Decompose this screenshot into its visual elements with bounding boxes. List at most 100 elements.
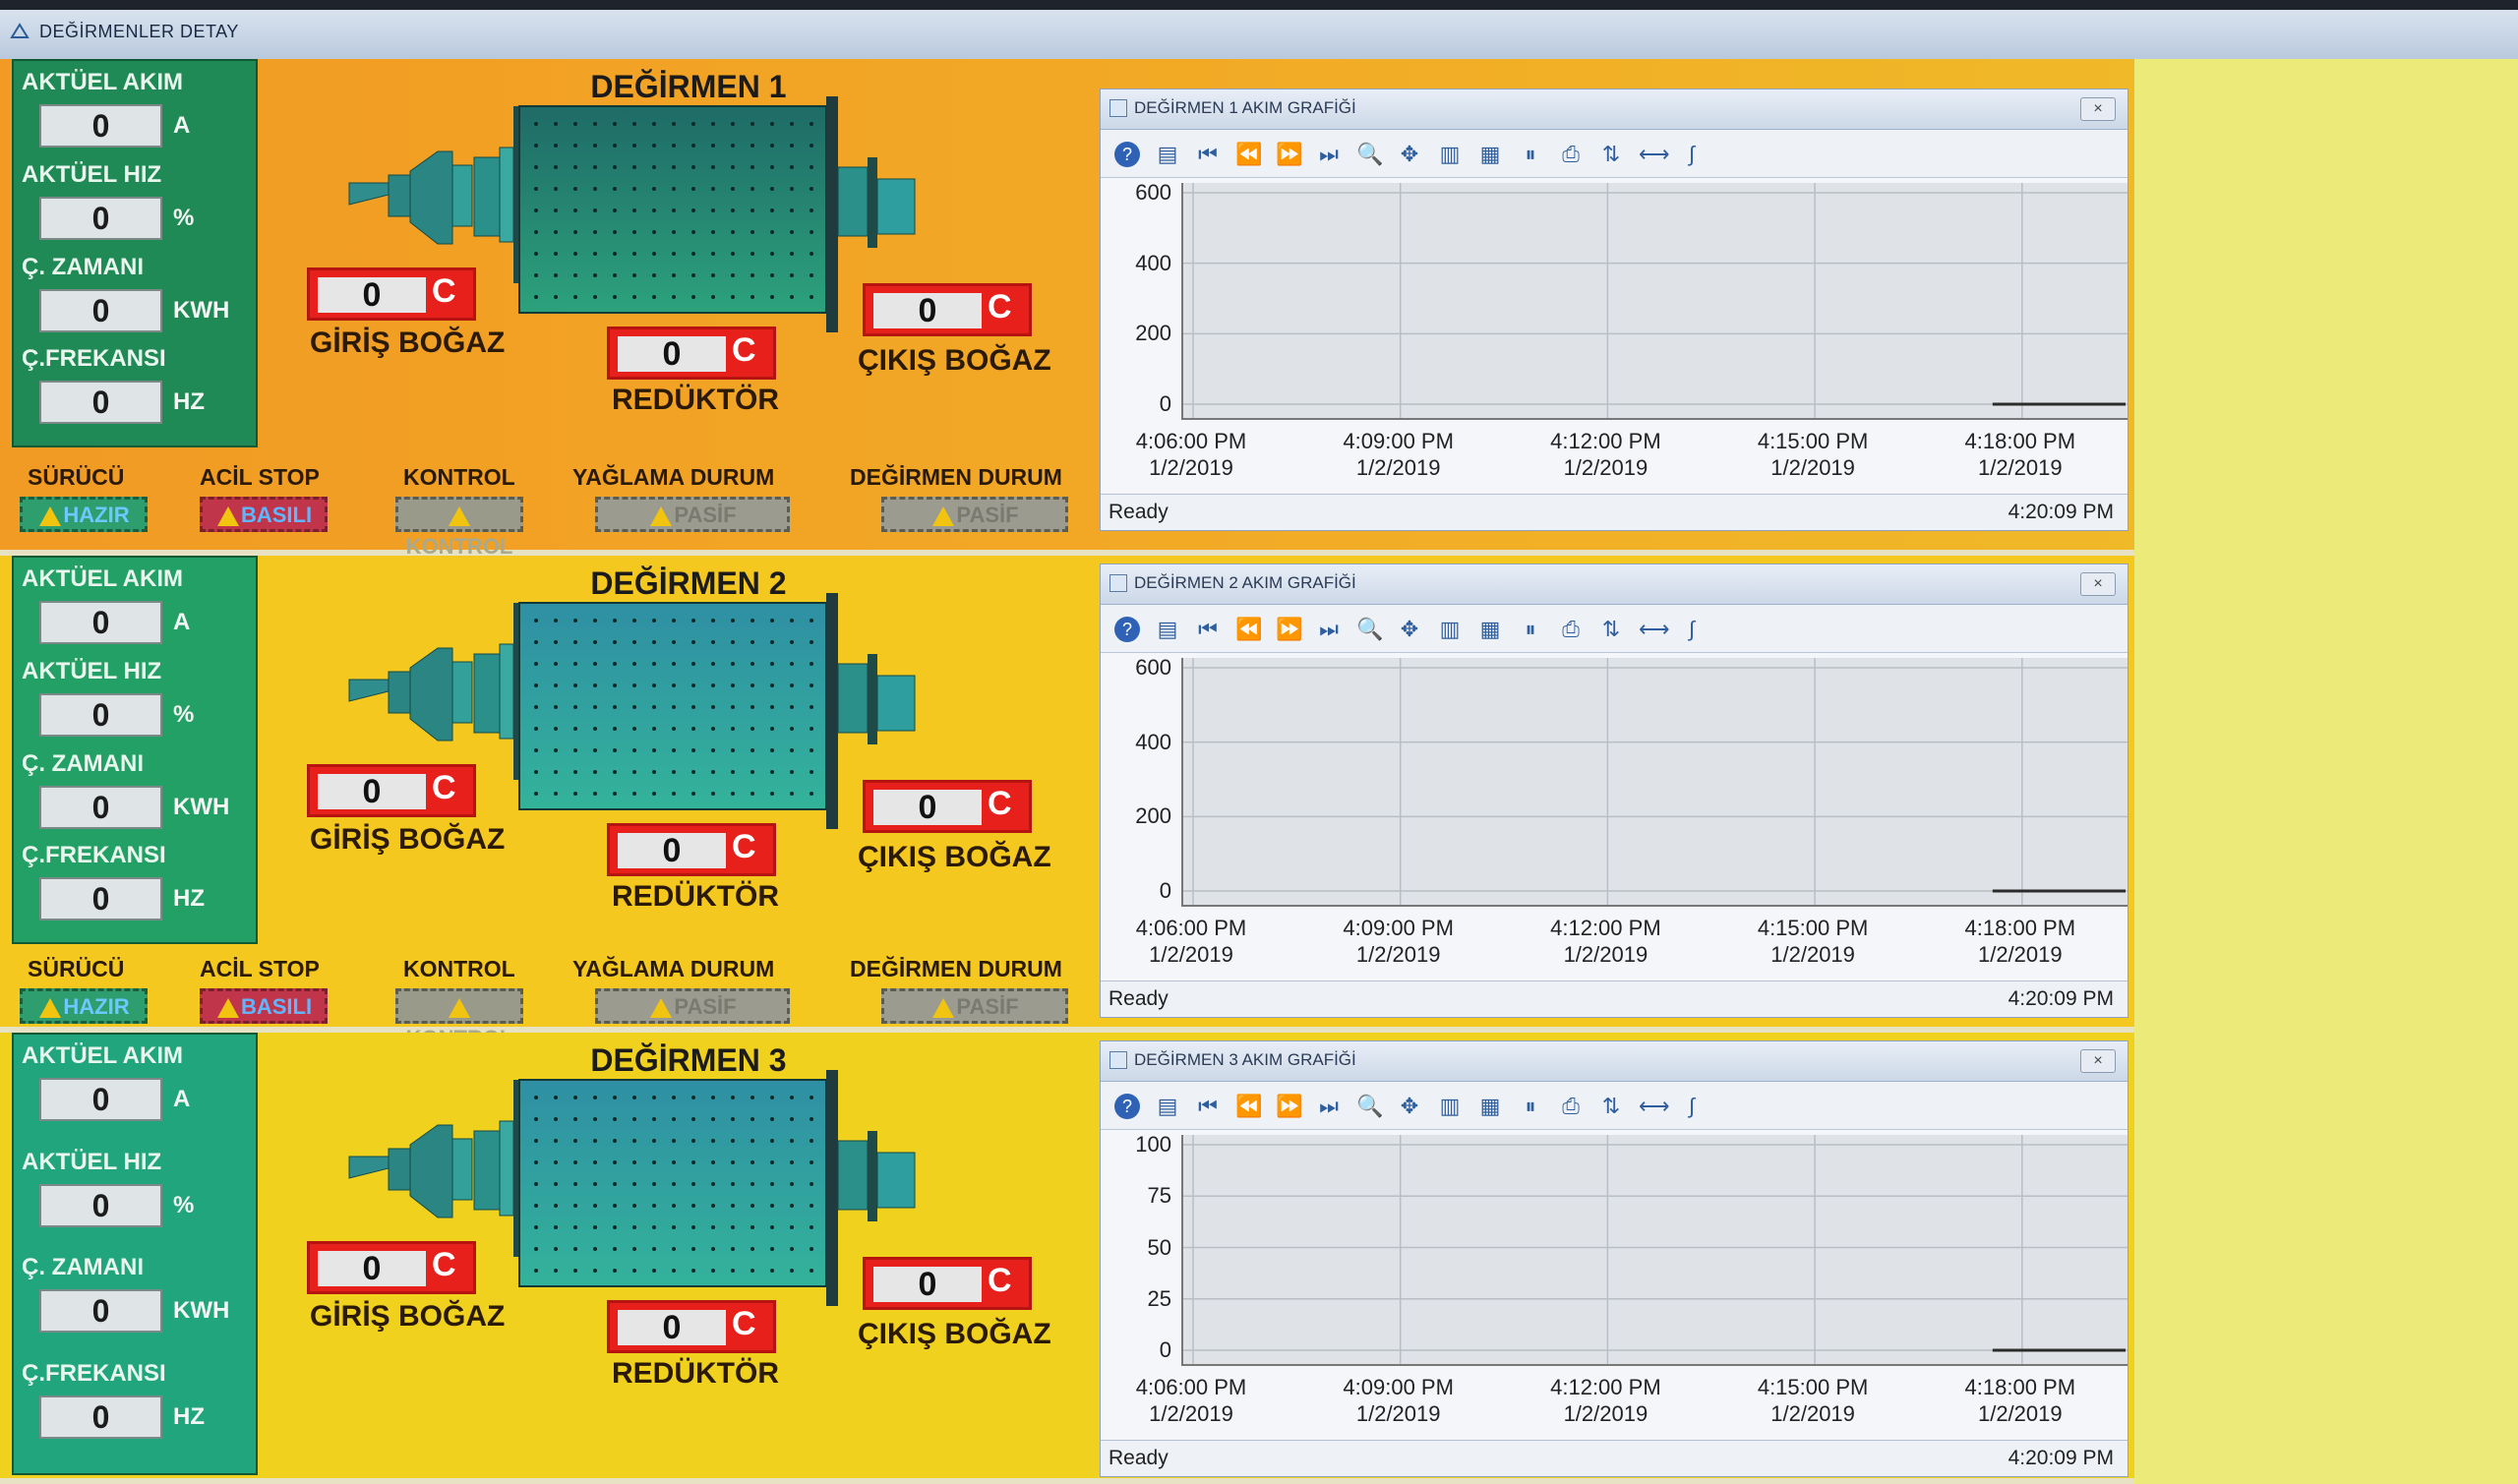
print-icon[interactable]: ⎙ — [1558, 1094, 1584, 1119]
speed-unit: % — [173, 700, 195, 728]
cursor-icon[interactable]: ∫ — [1679, 1094, 1705, 1119]
chart-plot-area[interactable] — [1181, 1135, 2128, 1366]
background-area — [2134, 59, 2518, 1484]
chart-titlebar: DEĞİRMEN 1 AKIM GRAFİĞİ × — [1101, 89, 2128, 130]
inlet-temp-unit: C — [432, 769, 456, 806]
axis-icon[interactable]: ▥ — [1437, 1094, 1463, 1119]
print-icon[interactable]: ⎙ — [1558, 617, 1584, 642]
chart-titlebar: DEĞİRMEN 3 AKIM GRAFİĞİ × — [1101, 1041, 2128, 1082]
grid-icon[interactable]: ▦ — [1477, 1094, 1503, 1119]
back-icon[interactable]: ⏪ — [1235, 142, 1262, 167]
inlet-temp-box: 0C — [307, 764, 476, 817]
emergency-stop-indicator: BASILI — [200, 988, 328, 1024]
mill-status-indicator: PASİF — [881, 497, 1068, 532]
pause-icon[interactable]: ⏸ — [1518, 1094, 1543, 1119]
chart-window[interactable]: DEĞİRMEN 1 AKIM GRAFİĞİ ×? ▤ ⏮ ⏪ ⏩ ⏭ 🔍 ✥ ▥ ▦ ⏸ ⎙ ⇅ ⟷ ∫ 6… — [1100, 89, 2128, 531]
axis-icon[interactable]: ▥ — [1437, 617, 1463, 642]
last-icon[interactable]: ⏭ — [1316, 1094, 1342, 1119]
close-icon[interactable]: × — [2080, 97, 2116, 121]
chart-window[interactable]: DEĞİRMEN 2 AKIM GRAFİĞİ ×? ▤ ⏮ ⏪ ⏩ ⏭ 🔍 ✥ ▥ ▦ ⏸ ⎙ ⇅ ⟷ ∫ 6… — [1100, 564, 2128, 1018]
warning-icon — [449, 506, 470, 527]
y-tick-label: 200 — [1135, 803, 1171, 829]
x-tick-label: 4:12:00 PM 1/2/2019 — [1544, 1374, 1666, 1427]
pan-icon[interactable]: ✥ — [1397, 1094, 1422, 1119]
control-label: KONTROL — [403, 464, 515, 490]
x-tick-time: 4:12:00 PM — [1550, 916, 1661, 940]
forward-icon[interactable]: ⏩ — [1276, 1094, 1302, 1119]
reducer-label: REDÜKTÖR — [612, 1357, 779, 1390]
mill-panel-2: AKTÜEL AKIM 0 A AKTÜEL HIZ 0% Ç. ZAMANI 0 KWH Ç.… — [0, 556, 2134, 1050]
chart-window[interactable]: DEĞİRMEN 3 AKIM GRAFİĞİ ×? ▤ ⏮ ⏪ ⏩ ⏭ 🔍 ✥ ▥ ▦ ⏸ ⎙ ⇅ ⟷ ∫ 1… — [1100, 1040, 2128, 1477]
lubrication-value: PASİF — [674, 994, 737, 1019]
chart-plot-area[interactable] — [1181, 658, 2128, 907]
x-tick-time: 4:09:00 PM — [1343, 916, 1454, 940]
zoom-icon[interactable]: 🔍 — [1356, 1094, 1383, 1119]
x-tick-label: 4:15:00 PM 1/2/2019 — [1752, 1374, 1874, 1427]
current-value: 0 — [39, 104, 162, 148]
grid-icon[interactable]: ▦ — [1477, 617, 1503, 642]
warning-icon — [932, 506, 955, 527]
help-icon[interactable]: ? — [1114, 142, 1140, 167]
pause-icon[interactable]: ⏸ — [1518, 142, 1543, 167]
properties-icon[interactable]: ▤ — [1155, 1094, 1180, 1119]
export-icon[interactable]: ⇅ — [1598, 1094, 1624, 1119]
outlet-temp-value: 0 — [873, 293, 982, 328]
axis-icon[interactable]: ▥ — [1437, 142, 1463, 167]
frequency-value: 0 — [39, 877, 162, 921]
forward-icon[interactable]: ⏩ — [1276, 617, 1302, 642]
mill-status-label: DEĞİRMEN DURUM — [850, 464, 1062, 490]
fit-icon[interactable]: ⟷ — [1639, 617, 1670, 642]
first-icon[interactable]: ⏮ — [1195, 1094, 1221, 1119]
status-text: Ready — [1109, 987, 1169, 1010]
outlet-temp-box: 0C — [863, 780, 1032, 833]
pause-icon[interactable]: ⏸ — [1518, 617, 1543, 642]
close-icon[interactable]: × — [2080, 572, 2116, 596]
x-tick-time: 4:06:00 PM — [1135, 1375, 1247, 1399]
print-icon[interactable]: ⎙ — [1558, 142, 1584, 167]
pan-icon[interactable]: ✥ — [1397, 142, 1422, 167]
export-icon[interactable]: ⇅ — [1598, 142, 1624, 167]
pan-icon[interactable]: ✥ — [1397, 617, 1422, 642]
y-tick-label: 0 — [1159, 391, 1171, 416]
back-icon[interactable]: ⏪ — [1235, 1094, 1262, 1119]
y-tick-label: 100 — [1135, 1132, 1171, 1157]
driver-label: SÜRÜCÜ — [28, 464, 125, 490]
forward-icon[interactable]: ⏩ — [1276, 142, 1302, 167]
y-tick-label: 600 — [1135, 180, 1171, 205]
chart-window-icon — [1109, 1051, 1127, 1069]
status-time: 4:20:09 PM — [2008, 987, 2114, 1010]
driver-label: SÜRÜCÜ — [28, 956, 125, 981]
cursor-icon[interactable]: ∫ — [1679, 142, 1705, 167]
back-icon[interactable]: ⏪ — [1235, 617, 1262, 642]
current-label: AKTÜEL AKIM — [22, 69, 183, 95]
fit-icon[interactable]: ⟷ — [1639, 142, 1670, 167]
properties-icon[interactable]: ▤ — [1155, 142, 1180, 167]
export-icon[interactable]: ⇅ — [1598, 617, 1624, 642]
cursor-icon[interactable]: ∫ — [1679, 617, 1705, 642]
first-icon[interactable]: ⏮ — [1195, 142, 1221, 167]
x-tick-label: 4:12:00 PM 1/2/2019 — [1544, 428, 1666, 481]
reducer-temp-box: 0C — [607, 326, 776, 380]
last-icon[interactable]: ⏭ — [1316, 617, 1342, 642]
x-tick-date: 1/2/2019 — [1770, 455, 1855, 480]
first-icon[interactable]: ⏮ — [1195, 617, 1221, 642]
zoom-icon[interactable]: 🔍 — [1356, 142, 1383, 167]
x-tick-label: 4:06:00 PM 1/2/2019 — [1130, 915, 1252, 968]
properties-icon[interactable]: ▤ — [1155, 617, 1180, 642]
fit-icon[interactable]: ⟷ — [1639, 1094, 1670, 1119]
x-tick-date: 1/2/2019 — [1770, 942, 1855, 967]
warning-icon — [39, 998, 62, 1019]
chart-plot-area[interactable] — [1181, 183, 2128, 420]
close-icon[interactable]: × — [2080, 1049, 2116, 1073]
speed-label: AKTÜEL HIZ — [22, 1148, 162, 1175]
grid-icon[interactable]: ▦ — [1477, 142, 1503, 167]
mill-panel-3: AKTÜEL AKIM 0 A AKTÜEL HIZ 0% Ç. ZAMANI 0 KWH Ç.… — [0, 1033, 2134, 1484]
chart-toolbar: ? ▤ ⏮ ⏪ ⏩ ⏭ 🔍 ✥ ▥ ▦ ⏸ ⎙ ⇅ ⟷ ∫ — [1101, 605, 2128, 653]
last-icon[interactable]: ⏭ — [1316, 142, 1342, 167]
x-tick-date: 1/2/2019 — [1355, 455, 1441, 480]
help-icon[interactable]: ? — [1114, 617, 1140, 642]
zoom-icon[interactable]: 🔍 — [1356, 617, 1383, 642]
work-time-value: 0 — [39, 1289, 162, 1333]
help-icon[interactable]: ? — [1114, 1094, 1140, 1119]
y-tick-label: 75 — [1147, 1183, 1171, 1209]
